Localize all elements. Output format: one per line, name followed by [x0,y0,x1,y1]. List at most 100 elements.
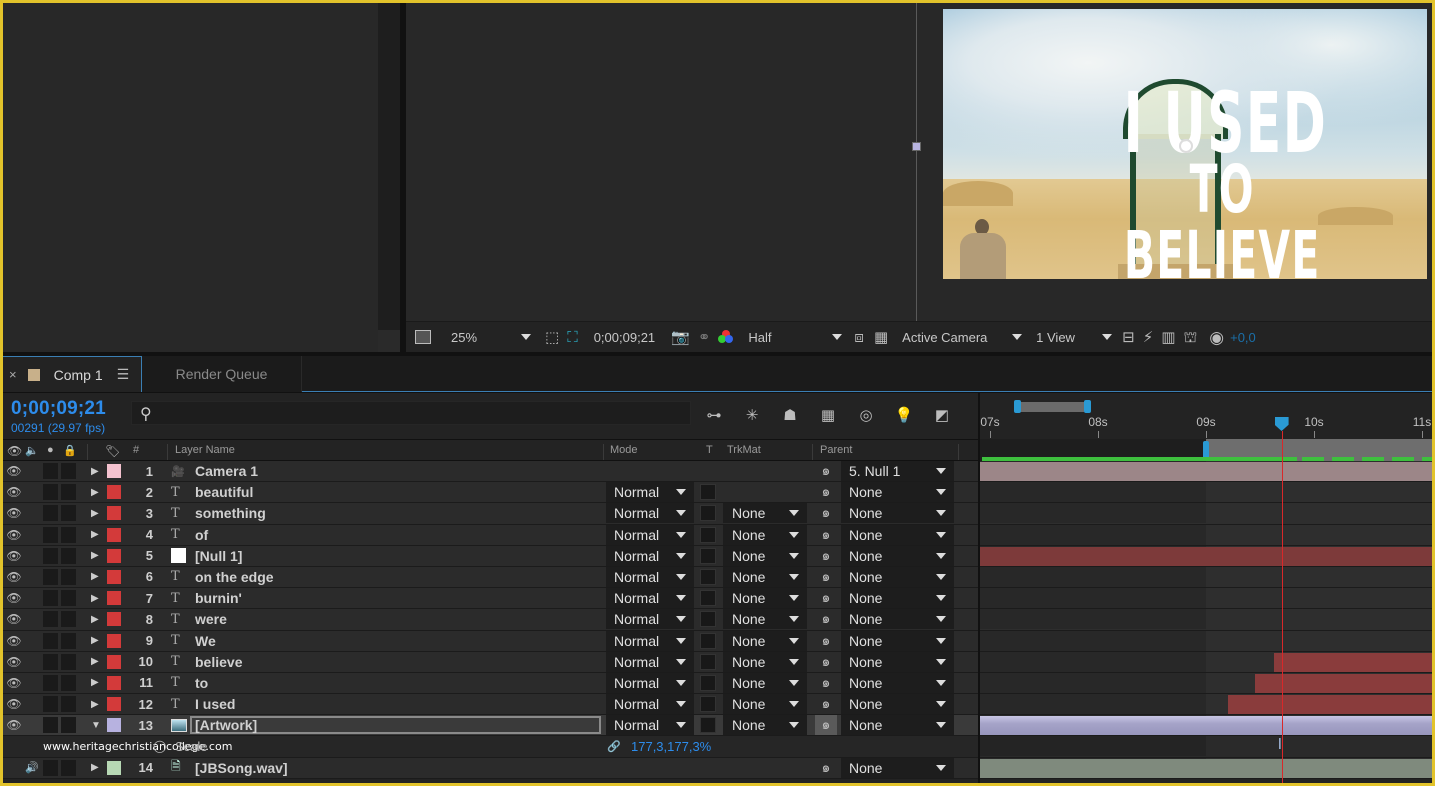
preserve-transparency-switch[interactable] [700,673,716,693]
preserve-transparency-switch[interactable] [700,715,716,735]
layer-name[interactable]: believe [195,652,595,672]
twirl-collapsed-icon[interactable]: ▶ [91,609,103,629]
composition-preview[interactable]: I USED TO BELIEVE [943,9,1427,279]
composition-viewer[interactable]: I USED TO BELIEVE 25% ⬚ ⛶ 0;00;09;21 📷 ⚭ [406,3,1432,352]
snapshot-camera-icon[interactable]: 📷 [671,322,690,353]
lock-switch[interactable] [61,652,76,672]
twirl-collapsed-icon[interactable]: ▶ [91,652,103,672]
visibility-eye-icon[interactable]: 👁 [5,503,23,523]
lock-switch[interactable] [61,525,76,545]
lock-switch[interactable] [61,673,76,693]
layer-name[interactable]: of [195,525,595,545]
layer-duration-bar[interactable] [980,716,1432,736]
scrollbar-thumb[interactable] [378,330,400,352]
label-color-swatch[interactable] [107,461,121,481]
label-color-swatch[interactable] [107,609,121,629]
layer-bounding-handle[interactable] [912,142,921,151]
camera-anchor-icon[interactable] [1179,139,1193,153]
layer-name[interactable]: [Null 1] [195,546,595,566]
visibility-eye-icon[interactable]: 👁 [5,461,23,481]
parent-dropdown[interactable]: None [841,630,954,651]
solo-switch[interactable] [43,609,58,629]
layer-track[interactable] [980,757,1432,779]
parent-pick-whip-icon[interactable]: ๑ [815,631,837,651]
parent-pick-whip-icon[interactable]: ๑ [815,525,837,545]
scale-value[interactable]: 177,3,177,3% [631,736,711,756]
lock-switch[interactable] [61,758,76,778]
parent-pick-whip-icon[interactable]: ๑ [815,546,837,566]
label-color-swatch[interactable] [107,525,121,545]
parent-pick-whip-icon[interactable]: ๑ [815,652,837,672]
parent-pick-whip-icon[interactable]: ๑ [815,482,837,502]
blend-mode-dropdown[interactable]: Normal [606,566,694,587]
frame-blending-icon[interactable]: ▦ [817,405,839,425]
parent-dropdown[interactable]: None [841,672,954,693]
parent-pick-whip-icon[interactable]: ๑ [815,715,837,736]
visibility-eye-icon[interactable]: 👁 [5,525,23,545]
visibility-eye-icon[interactable]: 👁 [5,673,23,693]
magnification-dropdown[interactable]: 25% [451,322,509,353]
track-matte-dropdown[interactable]: None [723,715,807,736]
parent-pick-whip-icon[interactable]: ๑ [815,503,837,523]
lock-switch[interactable] [61,482,76,502]
layer-name[interactable]: to [195,673,595,693]
magnification-caret[interactable] [521,322,531,353]
view-layout-dropdown[interactable]: 1 View [1036,322,1094,353]
video-column-eye-icon[interactable]: 👁 [7,444,22,458]
parent-dropdown[interactable]: None [841,482,954,503]
3d-view-caret[interactable] [1012,322,1023,353]
blend-mode-dropdown[interactable]: Normal [606,524,694,545]
label-color-swatch[interactable] [107,652,121,672]
layer-track[interactable] [980,694,1432,716]
track-matte-dropdown[interactable]: None [723,672,807,693]
visibility-eye-icon[interactable]: 👁 [5,694,23,714]
region-of-interest-button[interactable]: ⬚ [545,322,559,353]
layer-duration-bar[interactable] [980,462,1432,481]
parent-pick-whip-icon[interactable]: ๑ [815,694,837,714]
label-color-swatch[interactable] [107,631,121,651]
always-preview-button[interactable] [415,322,431,353]
blend-mode-dropdown[interactable]: Normal [606,482,694,503]
layer-row[interactable]: 👁 ▶ 7 Tburnin' Normal None ๑ None [3,588,978,610]
layer-row[interactable]: 👁 ▶ 8 Twere Normal None ๑ None [3,609,978,631]
layer-row[interactable]: 👁 ▶ 2 Tbeautiful Normal ๑ None [3,482,978,504]
layer-row[interactable]: 👁 ▶ 12 T I used Normal None ๑ None [3,694,978,716]
time-navigator-start-handle[interactable] [1014,400,1021,413]
track-matte-dropdown[interactable]: None [723,630,807,651]
track-matte-dropdown[interactable]: None [723,503,807,524]
layer-name[interactable]: were [195,609,595,629]
parent-dropdown[interactable]: 5. Null 1 [841,461,954,481]
preserve-transparency-switch[interactable] [700,482,716,502]
parent-dropdown[interactable]: None [841,757,954,778]
audio-column-speaker-icon[interactable]: 🔈 [25,444,39,457]
layer-track[interactable] [980,672,1432,695]
layer-track[interactable] [980,524,1432,546]
preserve-transparency-switch[interactable] [700,567,716,587]
visibility-eye-icon[interactable]: 👁 [5,715,23,735]
visibility-eye-icon[interactable]: 👁 [5,609,23,629]
track-matte-dropdown[interactable]: None [723,651,807,672]
parent-dropdown[interactable]: None [841,524,954,545]
parent-dropdown[interactable]: None [841,715,954,736]
parent-dropdown[interactable]: None [841,503,954,524]
layer-row[interactable]: 👁 ▶ 9 T We Normal None ๑ None [3,630,978,652]
solo-switch[interactable] [43,525,58,545]
solo-switch[interactable] [43,588,58,608]
current-time-display[interactable]: 0;00;09;21 00291 (29.97 fps) [3,393,128,437]
panel-menu-icon[interactable]: ☰ [117,366,130,383]
track-matte-dropdown[interactable]: None [723,524,807,545]
label-color-swatch[interactable] [107,546,121,566]
exposure-value[interactable]: +0,0 [1230,322,1256,353]
stopwatch-icon[interactable]: ◯ [153,736,166,756]
audio-toggle-speaker-icon[interactable]: 🔊 [23,758,41,778]
layer-track[interactable] [980,609,1432,631]
track-matte-dropdown[interactable]: None [723,609,807,630]
label-color-swatch[interactable] [107,694,121,714]
solo-switch[interactable] [43,694,58,714]
preserve-transparency-switch[interactable] [700,652,716,672]
twirl-collapsed-icon[interactable]: ▶ [91,567,103,587]
time-navigator-end-handle[interactable] [1084,400,1091,413]
twirl-collapsed-icon[interactable]: ▶ [91,694,103,714]
resolution-dropdown[interactable]: Half [748,322,828,353]
blend-mode-dropdown[interactable]: Normal [606,503,694,524]
